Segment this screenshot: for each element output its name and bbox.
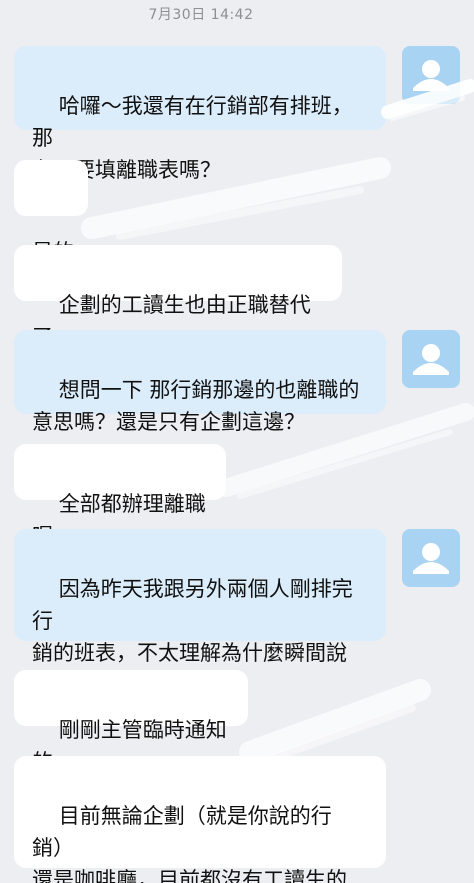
received-message-bubble[interactable]: 全部都辦理離職喔: [14, 444, 226, 548]
default-user-avatar-icon: [413, 543, 449, 574]
received-message-bubble[interactable]: 剛剛主管臨時通知的: [14, 670, 248, 774]
sent-message-bubble[interactable]: 哈囉～我還有在行銷部有排班，那 有需要填離職表嗎？: [14, 46, 386, 182]
user-avatar[interactable]: [402, 529, 460, 587]
message-timestamp: 7月30日 14:42: [148, 7, 254, 23]
message-text: 目前無論企劃（就是你說的行銷） 還是咖啡廳，目前都沒有工讀生的 需求了，一切都以…: [32, 804, 347, 883]
user-avatar[interactable]: [402, 46, 460, 104]
received-message-bubble[interactable]: 目前無論企劃（就是你說的行銷） 還是咖啡廳，目前都沒有工讀生的 需求了，一切都以…: [14, 756, 386, 883]
received-message-bubble[interactable]: 企劃的工讀生也由正職替代了: [14, 245, 342, 349]
redaction-smudge: [81, 79, 474, 766]
sent-message-bubble[interactable]: 想問一下 那行銷那邊的也離職的 意思嗎？還是只有企劃這邊？: [14, 330, 386, 434]
user-avatar[interactable]: [402, 330, 460, 388]
default-user-avatar-icon: [413, 60, 449, 91]
default-user-avatar-icon: [413, 344, 449, 375]
message-text: 想問一下 那行銷那邊的也離職的 意思嗎？還是只有企劃這邊？: [32, 378, 360, 434]
sent-message-bubble[interactable]: 因為昨天我跟另外兩個人剛排完行 銷的班表，不太理解為什麼瞬間說 不需要了: [14, 529, 386, 697]
received-message-bubble[interactable]: 是的: [14, 160, 88, 264]
chat-view: 7月30日 14:42 哈囉～我還有在行銷部有排班，那 有需要填離職表嗎？ 是的…: [0, 0, 474, 883]
